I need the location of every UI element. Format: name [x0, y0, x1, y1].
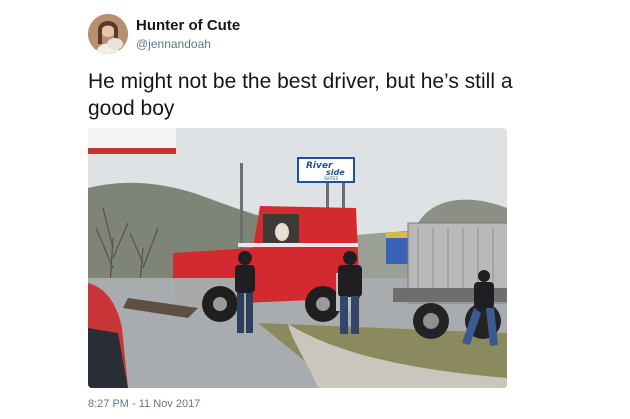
- photo-scene: River side SUITES: [88, 128, 507, 388]
- author-avatar[interactable]: [88, 14, 128, 54]
- tweet-card: Hunter of Cute @jennandoah He might not …: [0, 0, 630, 419]
- author-handle[interactable]: @jennandoah: [136, 37, 211, 51]
- sign-line3: SUITES: [324, 176, 339, 181]
- tweet-photo[interactable]: River side SUITES: [88, 128, 507, 388]
- tweet-text: He might not be the best driver, but he’…: [88, 70, 513, 120]
- tweet-timestamp[interactable]: 8:27 PM - 11 Nov 2017: [88, 398, 200, 410]
- author-display-name[interactable]: Hunter of Cute: [136, 17, 240, 34]
